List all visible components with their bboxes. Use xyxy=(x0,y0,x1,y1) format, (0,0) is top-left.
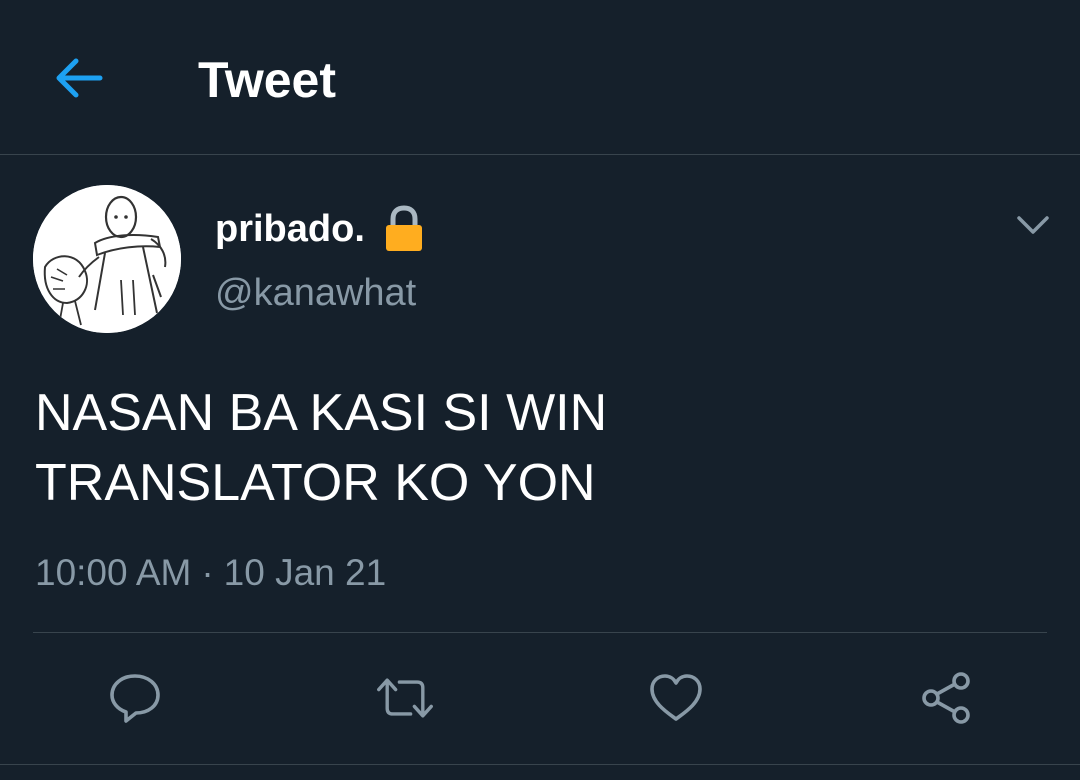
tweet-text-line: TRANSLATOR KO YON xyxy=(35,454,596,512)
divider xyxy=(0,764,1080,765)
tweet-date[interactable]: 10 Jan 21 xyxy=(224,552,387,593)
author-name-row[interactable]: pribado. xyxy=(215,203,425,255)
tweet-timestamp: 10:00 AM · 10 Jan 21 xyxy=(35,550,386,596)
divider xyxy=(33,632,1047,633)
lock-icon xyxy=(383,205,425,253)
retweet-button[interactable] xyxy=(375,668,435,728)
retweet-icon xyxy=(377,678,433,718)
tweet-detail-screen: Tweet pribado. @kanawhat NASAN BA KASI S… xyxy=(0,0,1080,780)
like-button[interactable] xyxy=(646,668,706,728)
tweet-time[interactable]: 10:00 AM xyxy=(35,552,191,593)
tweet-text-line: NASAN BA KASI SI WIN xyxy=(35,384,608,442)
display-name[interactable]: pribado. xyxy=(215,206,365,252)
chevron-down-icon xyxy=(1017,216,1049,234)
timestamp-separator: · xyxy=(201,552,214,593)
share-button[interactable] xyxy=(916,668,976,728)
heart-icon xyxy=(650,674,702,721)
avatar[interactable] xyxy=(33,185,181,333)
reply-icon xyxy=(110,674,160,723)
more-options-button[interactable] xyxy=(1010,205,1056,245)
avatar-drawing xyxy=(33,185,181,333)
page-title: Tweet xyxy=(198,52,336,108)
user-handle[interactable]: @kanawhat xyxy=(215,270,416,316)
back-button[interactable] xyxy=(48,50,108,106)
top-app-bar: Tweet xyxy=(0,0,1080,155)
share-icon xyxy=(922,672,970,724)
arrow-left-icon xyxy=(56,58,103,98)
reply-button[interactable] xyxy=(105,668,165,728)
tweet-text: NASAN BA KASI SI WIN TRANSLATOR KO YON xyxy=(35,378,1035,518)
